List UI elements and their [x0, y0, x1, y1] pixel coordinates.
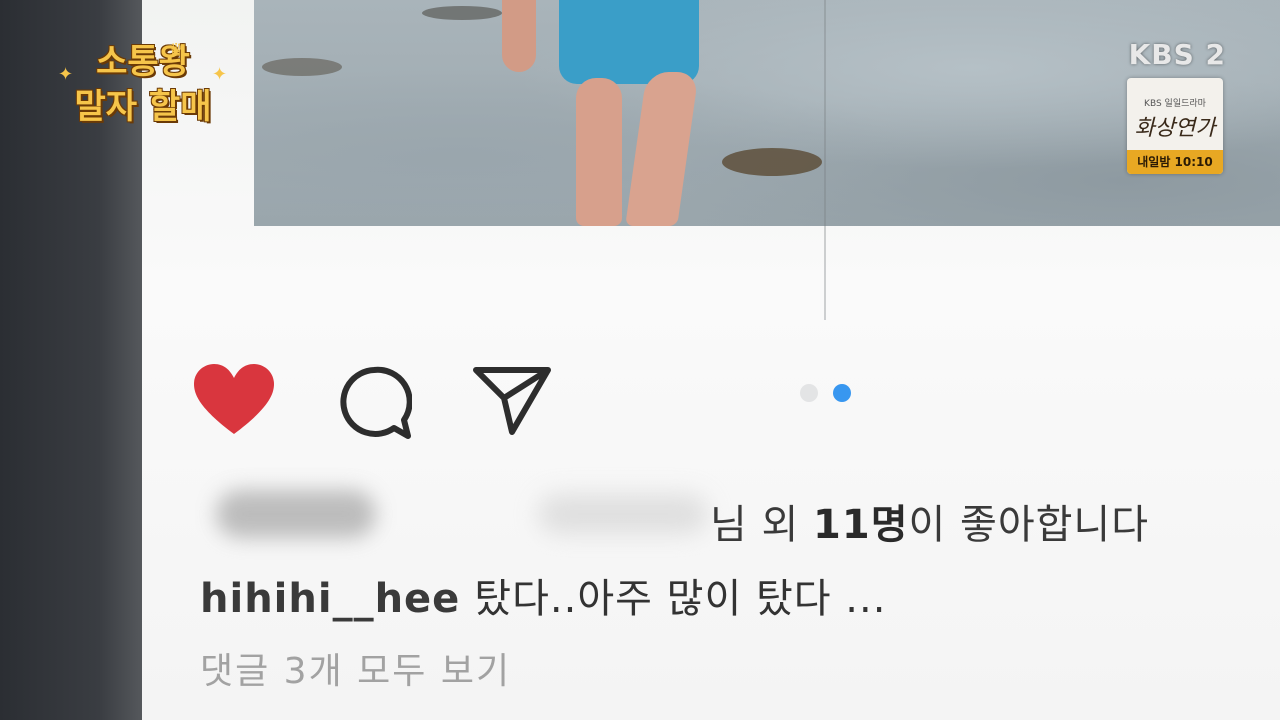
sparkle-icon: ✦	[58, 64, 74, 85]
broadcaster-logo: KBS 2	[1128, 38, 1226, 71]
likes-count: 11명	[813, 502, 909, 548]
sparkle-icon: ✦	[212, 64, 228, 85]
send-icon[interactable]	[472, 364, 552, 436]
carousel-dot-active	[833, 384, 851, 402]
post-caption: hihihi__hee 탔다..아주 많이 탔다 ...	[200, 566, 886, 624]
comment-icon[interactable]	[336, 364, 412, 440]
drama-promo-badge: KBS 일일드라마 화상연가 내일밤 10:10	[1127, 78, 1223, 174]
caption-username[interactable]: hihihi__hee	[200, 576, 460, 622]
blurred-username	[216, 490, 376, 538]
carousel-dot	[800, 384, 818, 402]
caption-text: 탔다..아주 많이 탔다 ...	[474, 576, 887, 622]
view-all-comments-link[interactable]: 댓글 3개 모두 보기	[200, 642, 511, 694]
likes-summary[interactable]: 님 외 11명이 좋아합니다	[198, 488, 1198, 548]
instagram-post: 님 외 11명이 좋아합니다 hihihi__hee 탔다..아주 많이 탔다 .…	[142, 0, 1280, 720]
show-title-logo: 소통왕 말자 할매	[74, 42, 212, 127]
heart-icon[interactable]	[192, 364, 276, 436]
post-actions	[142, 360, 1280, 440]
crown-icon: ♛	[168, 40, 185, 61]
